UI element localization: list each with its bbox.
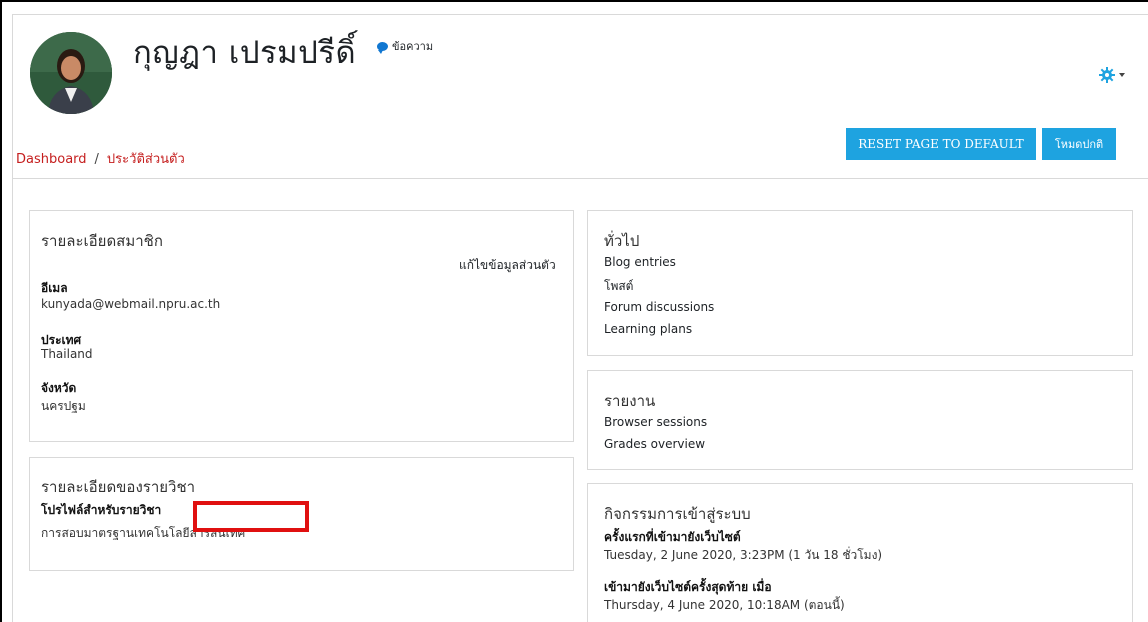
edit-profile-link[interactable]: แก้ไขข้อมูลส่วนตัว	[459, 256, 556, 275]
card-title: ทั่วไป	[604, 232, 640, 250]
settings-menu[interactable]	[1099, 67, 1125, 83]
city-label: จังหวัด	[41, 381, 77, 395]
card-title: กิจกรรมการเข้าสู่ระบบ	[604, 505, 751, 523]
card-title: รายละเอียดของรายวิชา	[41, 478, 196, 496]
general-card: ทั่วไป Blog entries โพสต์ Forum discussi…	[587, 210, 1133, 356]
grades-overview-link[interactable]: Grades overview	[604, 437, 705, 451]
chevron-down-icon	[1119, 73, 1125, 77]
message-link[interactable]: ข้อความ	[377, 37, 433, 55]
last-access-label: เข้ามายังเว็บไซต์ครั้งสุดท้าย เมื่อ	[604, 580, 772, 594]
breadcrumb-profile[interactable]: ประวัติส่วนตัว	[107, 152, 185, 167]
gear-icon	[1099, 67, 1115, 83]
posts-link[interactable]: โพสต์	[604, 277, 633, 296]
city-value: นครปฐม	[41, 399, 86, 413]
learning-plans-link[interactable]: Learning plans	[604, 322, 692, 336]
reset-page-button[interactable]: RESET PAGE TO DEFAULT	[846, 128, 1036, 160]
avatar-image	[30, 32, 112, 114]
first-access-label: ครั้งแรกที่เข้ามายังเว็บไซต์	[604, 530, 741, 544]
email-label: อีเมล	[41, 281, 68, 295]
user-details-card: รายละเอียดสมาชิก แก้ไขข้อมูลส่วนตัว อีเม…	[29, 210, 574, 442]
breadcrumb: Dashboard / ประวัติส่วนตัว	[16, 148, 185, 169]
reports-card: รายงาน Browser sessions Grades overview	[587, 370, 1133, 470]
breadcrumb-dashboard[interactable]: Dashboard	[16, 152, 87, 167]
login-activity-card: กิจกรรมการเข้าสู่ระบบ ครั้งแรกที่เข้ามาย…	[587, 483, 1133, 622]
email-value[interactable]: kunyada@webmail.npru.ac.th	[41, 297, 220, 311]
browser-sessions-link[interactable]: Browser sessions	[604, 415, 707, 429]
highlight-box	[193, 501, 309, 532]
course-profile-label: โปรไฟล์สำหรับรายวิชา	[41, 503, 162, 517]
user-name: กุญฎา เปรมปรีดิ์	[133, 35, 357, 71]
normal-mode-button[interactable]: โหมดปกติ	[1042, 128, 1116, 160]
country-value: Thailand	[41, 347, 93, 361]
chat-bubble-icon	[377, 41, 388, 54]
breadcrumb-separator: /	[94, 152, 99, 167]
last-access-value: Thursday, 4 June 2020, 10:18AM (ตอนนี้)	[604, 598, 845, 612]
card-title: รายละเอียดสมาชิก	[41, 232, 163, 250]
card-title: รายงาน	[604, 392, 656, 410]
blog-entries-link[interactable]: Blog entries	[604, 255, 676, 269]
forum-discussions-link[interactable]: Forum discussions	[604, 300, 714, 314]
avatar[interactable]	[30, 32, 112, 114]
message-label: ข้อความ	[392, 40, 434, 53]
first-access-value: Tuesday, 2 June 2020, 3:23PM (1 วัน 18 ช…	[604, 548, 883, 562]
